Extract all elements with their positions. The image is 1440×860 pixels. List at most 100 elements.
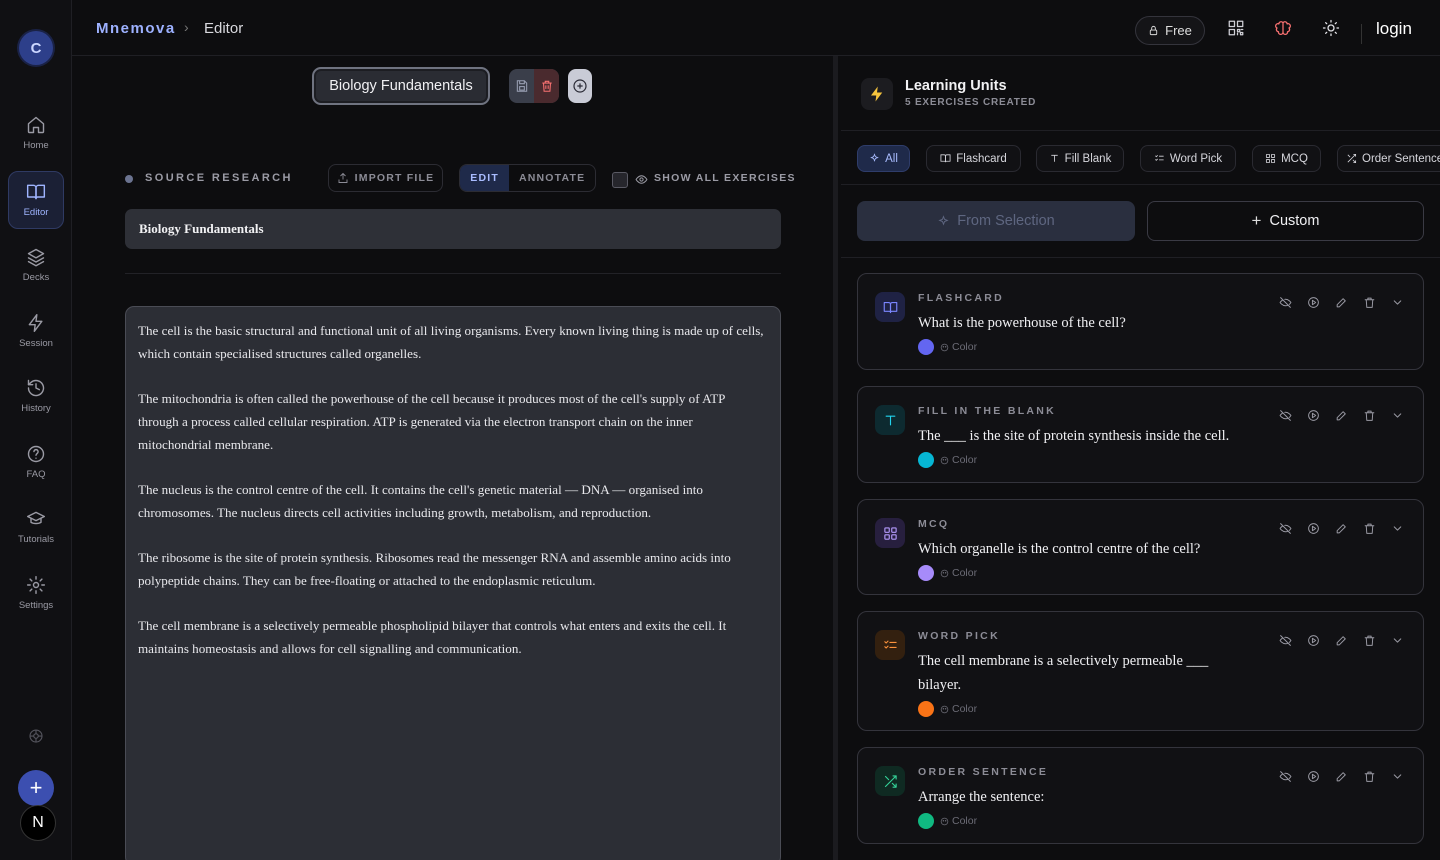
color-picker[interactable]: Color xyxy=(918,565,977,581)
nav-home[interactable]: Home xyxy=(8,104,64,162)
show-all-checkbox[interactable] xyxy=(612,172,628,188)
plus-circle-icon xyxy=(573,79,587,93)
avatar[interactable]: C xyxy=(19,31,53,65)
nav-session[interactable]: Session xyxy=(8,302,64,360)
layers-icon xyxy=(27,248,45,267)
mode-edit-tab[interactable]: EDIT xyxy=(460,165,510,191)
color-picker[interactable]: Color xyxy=(918,452,977,468)
preview-button[interactable] xyxy=(1305,407,1321,423)
zap-icon xyxy=(28,313,43,333)
delete-button[interactable] xyxy=(1361,294,1377,310)
exercise-card[interactable]: ORDER SENTENCE Arrange the sentence: Color xyxy=(857,747,1424,844)
zap-icon xyxy=(861,78,893,110)
document-title-button[interactable]: Biology Fundamentals xyxy=(312,67,490,105)
color-text: Color xyxy=(952,703,978,715)
chevron-down-icon xyxy=(1393,773,1401,779)
color-label: Color xyxy=(940,454,977,466)
play-circle-icon xyxy=(1307,634,1319,646)
divider xyxy=(841,130,1440,131)
delete-button[interactable] xyxy=(1361,632,1377,648)
exercise-card[interactable]: FILL IN THE BLANK The ___ is the site of … xyxy=(857,386,1424,483)
preview-button[interactable] xyxy=(1305,294,1321,310)
preview-button[interactable] xyxy=(1305,520,1321,536)
exercise-count: 5 EXERCISES CREATED xyxy=(905,97,1037,108)
brand-logo[interactable]: Mnemova xyxy=(96,20,176,37)
add-button[interactable]: + xyxy=(18,770,54,806)
color-picker[interactable]: Color xyxy=(918,813,977,829)
filter-order-sentence[interactable]: Order Sentence xyxy=(1337,145,1440,172)
nav-editor[interactable]: Editor xyxy=(8,171,64,229)
filter-fill-blank-label: Fill Blank xyxy=(1064,152,1112,165)
login-link[interactable]: login xyxy=(1376,19,1412,39)
nav-faq[interactable]: FAQ xyxy=(8,433,64,491)
show-all-label[interactable]: SHOW ALL EXERCISES xyxy=(654,172,796,184)
filter-mcq[interactable]: MCQ xyxy=(1252,145,1321,172)
filter-flashcard[interactable]: Flashcard xyxy=(926,145,1021,172)
app-root: C Home Editor Decks Session History FAQ … xyxy=(0,0,1440,860)
gear-icon[interactable] xyxy=(27,727,45,745)
color-picker[interactable]: Color xyxy=(918,339,977,355)
exercise-card[interactable]: WORD PICK The cell membrane is a selectiv… xyxy=(857,611,1424,731)
card-actions xyxy=(1277,632,1405,648)
delete-button[interactable] xyxy=(534,69,559,103)
from-selection-button[interactable]: From Selection xyxy=(857,201,1135,241)
expand-button[interactable] xyxy=(1389,294,1405,310)
edit-button[interactable] xyxy=(1333,632,1349,648)
nav-history[interactable]: History xyxy=(8,367,64,425)
delete-button[interactable] xyxy=(1361,520,1377,536)
expand-button[interactable] xyxy=(1389,407,1405,423)
plan-button[interactable]: Free xyxy=(1135,16,1205,45)
filter-all[interactable]: All xyxy=(857,145,910,172)
expand-button[interactable] xyxy=(1389,632,1405,648)
user-badge[interactable]: N xyxy=(20,805,56,841)
preview-button[interactable] xyxy=(1305,768,1321,784)
hide-button[interactable] xyxy=(1277,632,1293,648)
expand-button[interactable] xyxy=(1389,768,1405,784)
color-swatch[interactable] xyxy=(918,452,934,468)
add-document-button[interactable] xyxy=(568,69,592,103)
filter-fill-blank[interactable]: Fill Blank xyxy=(1036,145,1124,172)
shuffle-icon xyxy=(875,766,905,796)
exercise-card[interactable]: FLASHCARD What is the powerhouse of the c… xyxy=(857,273,1424,370)
grid-icon xyxy=(1266,153,1276,164)
edit-button[interactable] xyxy=(1333,520,1349,536)
nav-tutorials[interactable]: Tutorials xyxy=(8,498,64,556)
color-swatch[interactable] xyxy=(918,813,934,829)
color-label: Color xyxy=(940,341,977,353)
save-button[interactable] xyxy=(509,69,534,103)
title-field[interactable]: Biology Fundamentals xyxy=(125,209,781,249)
sun-icon[interactable] xyxy=(1322,19,1340,37)
expand-button[interactable] xyxy=(1389,520,1405,536)
hide-button[interactable] xyxy=(1277,407,1293,423)
book-open-icon xyxy=(940,154,951,163)
mode-annotate-tab[interactable]: ANNOTATE xyxy=(509,165,595,191)
filter-word-pick[interactable]: Word Pick xyxy=(1140,145,1236,172)
hide-button[interactable] xyxy=(1277,294,1293,310)
exercise-type: MCQ xyxy=(918,518,950,530)
color-swatch[interactable] xyxy=(918,565,934,581)
nav-decks[interactable]: Decks xyxy=(8,236,64,294)
delete-button[interactable] xyxy=(1361,768,1377,784)
color-swatch[interactable] xyxy=(918,339,934,355)
qr-code-icon[interactable] xyxy=(1227,19,1245,37)
home-icon xyxy=(27,116,45,134)
hide-button[interactable] xyxy=(1277,520,1293,536)
preview-button[interactable] xyxy=(1305,632,1321,648)
hide-button[interactable] xyxy=(1277,768,1293,784)
custom-button[interactable]: + Custom xyxy=(1147,201,1424,241)
document-text-area[interactable]: The cell is the basic structural and fun… xyxy=(125,306,781,860)
color-swatch[interactable] xyxy=(918,701,934,717)
exercise-card[interactable]: MCQ Which organelle is the control centre… xyxy=(857,499,1424,595)
edit-button[interactable] xyxy=(1333,768,1349,784)
exercise-type: ORDER SENTENCE xyxy=(918,766,1049,778)
edit-button[interactable] xyxy=(1333,407,1349,423)
edit-button[interactable] xyxy=(1333,294,1349,310)
pane-resize-handle[interactable] xyxy=(833,56,838,860)
plus-icon: + xyxy=(1251,211,1262,230)
trash-icon xyxy=(541,80,552,92)
import-file-button[interactable]: IMPORT FILE xyxy=(328,164,443,192)
color-picker[interactable]: Color xyxy=(918,701,977,717)
nav-settings[interactable]: Settings xyxy=(8,564,64,622)
delete-button[interactable] xyxy=(1361,407,1377,423)
brain-icon[interactable] xyxy=(1274,19,1292,37)
